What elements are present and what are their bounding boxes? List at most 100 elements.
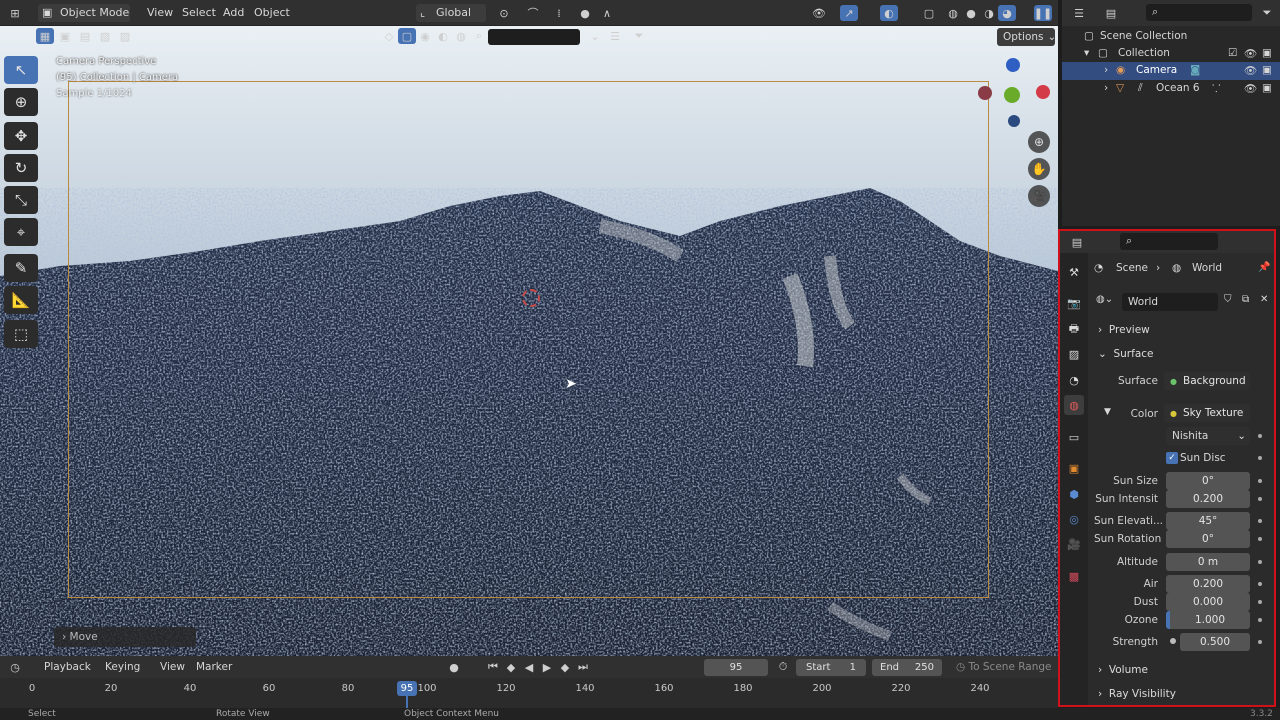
breadcrumb-scene[interactable]: Scene [1116, 262, 1148, 274]
keyframe-dot-icon[interactable] [1258, 497, 1262, 501]
menu-select[interactable]: Select [182, 6, 216, 19]
viewport-search-input[interactable] [488, 29, 580, 45]
playhead-indicator[interactable]: 95 [397, 681, 417, 696]
filter-world-icon[interactable]: ◍ [452, 28, 470, 44]
render-tab-icon[interactable]: 📷 [1064, 293, 1084, 313]
next-keyframe-icon[interactable]: ◆ [556, 659, 574, 675]
sun-size-field[interactable]: 0° [1166, 472, 1250, 490]
keyframe-dot-icon[interactable] [1258, 479, 1262, 483]
panel-preview[interactable]: › Preview [1094, 320, 1272, 340]
properties-search-input[interactable]: ⌕ [1120, 233, 1218, 250]
checkbox-icon[interactable]: ☑ [1228, 47, 1237, 59]
gizmo-toggle-icon[interactable]: ↗ [840, 5, 858, 21]
menu-object[interactable]: Object [254, 6, 290, 19]
camera-data-tab-icon[interactable]: 🎥 [1064, 534, 1084, 554]
select-extend-icon[interactable]: ▣ [56, 28, 74, 44]
camera-view-icon[interactable]: 🎥 [1028, 185, 1050, 207]
color-node-field[interactable]: ● Sky Texture [1164, 404, 1250, 422]
gizmo-x-icon[interactable] [1036, 85, 1050, 99]
filter-material-icon[interactable]: ◐ [434, 28, 452, 44]
scene-range-toggle[interactable]: ◷ To Scene Range [956, 661, 1052, 673]
close-icon[interactable]: ✕ [1260, 294, 1268, 305]
measure-tool-icon[interactable]: 📐 [4, 286, 38, 314]
pivot-icon[interactable]: ⊙ [495, 5, 513, 21]
menu-view[interactable]: View [147, 6, 173, 19]
filter-funnel-icon[interactable]: ⏷ [1258, 5, 1276, 21]
outliner-editor-icon[interactable]: ☰ [1070, 5, 1088, 21]
strength-field[interactable]: 0.500 [1180, 633, 1250, 651]
gizmo-neg-z-icon[interactable] [1008, 115, 1020, 127]
shading-material-icon[interactable]: ◑ [980, 5, 998, 21]
add-cube-tool-icon[interactable]: ⬚ [4, 320, 38, 348]
panel-ray-visibility[interactable]: › Ray Visibility [1094, 684, 1272, 704]
select-tool-icon[interactable]: ↖ [4, 56, 38, 84]
menu-playback[interactable]: Playback [44, 661, 91, 673]
render-camera-icon[interactable]: ▣ [1262, 64, 1272, 76]
play-icon[interactable]: ▶ [538, 659, 556, 675]
eye-icon[interactable]: 👁 [1244, 82, 1257, 95]
gizmo-z-icon[interactable] [1006, 58, 1020, 72]
timeline-editor-icon[interactable]: ◷ [6, 659, 24, 675]
visibility-icon[interactable]: 👁 [810, 5, 828, 21]
keyframe-dot-icon[interactable] [1258, 582, 1262, 586]
menu-keying[interactable]: Keying [105, 661, 140, 673]
editor-type-icon[interactable]: ⊞ [6, 5, 24, 21]
duplicate-icon[interactable]: ⧉ [1242, 294, 1249, 305]
pin-icon[interactable]: 📌 [1258, 262, 1270, 273]
select-new-icon[interactable]: ▦ [36, 28, 54, 44]
jump-start-icon[interactable]: ⏮ [484, 659, 502, 675]
panel-volume[interactable]: › Volume [1094, 660, 1272, 680]
search-icon[interactable]: ⌕ [470, 28, 488, 44]
xray-icon[interactable]: ▢ [920, 5, 938, 21]
transform-orientation-dropdown[interactable]: ⌞ Global [416, 4, 486, 22]
object-tab-icon[interactable]: ▣ [1064, 458, 1084, 478]
keyframe-dot-icon[interactable] [1258, 600, 1262, 604]
overlays-toggle-icon[interactable]: ◐ [880, 5, 898, 21]
filter-sphere-icon[interactable]: ◉ [416, 28, 434, 44]
record-icon[interactable]: ● [445, 659, 463, 675]
eye-icon[interactable]: 👁 [1244, 47, 1257, 60]
eye-icon[interactable]: 👁 [1244, 64, 1257, 77]
chevron-down-icon[interactable]: ▼ [1104, 407, 1111, 417]
outliner-collection[interactable]: ▾ ▢ Collection ☑ 👁 ▣ [1062, 45, 1280, 63]
move-tool-icon[interactable]: ✥ [4, 122, 38, 150]
keyframe-dot-icon[interactable] [1258, 519, 1262, 523]
transform-tool-icon[interactable]: ⌖ [4, 218, 38, 246]
sort-icon[interactable]: ☰ [606, 28, 624, 44]
keyframe-dot-icon[interactable] [1258, 618, 1262, 622]
gizmo-neg-x-icon[interactable] [978, 86, 992, 100]
select-intersect-icon[interactable]: ▨ [116, 28, 134, 44]
dust-field[interactable]: 0.000 [1166, 593, 1250, 611]
filter-funnel-icon[interactable]: ⏷ [630, 28, 648, 44]
air-field[interactable]: 0.200 [1166, 575, 1250, 593]
keyframe-dot-icon[interactable] [1258, 434, 1262, 438]
surface-shader-field[interactable]: ● Background [1164, 372, 1250, 390]
end-frame-field[interactable]: End 250 [872, 659, 942, 676]
select-invert-icon[interactable]: ▧ [96, 28, 114, 44]
outliner-item-ocean[interactable]: › ▽ ⫽ Ocean 6 ⸪ 👁 ▣ [1062, 80, 1280, 98]
jump-end-icon[interactable]: ⏭ [574, 659, 592, 675]
sky-type-dropdown[interactable]: Nishita ⌄ [1166, 427, 1250, 445]
physics-tab-icon[interactable]: ◎ [1064, 509, 1084, 529]
ozone-field[interactable]: 1.000 [1166, 611, 1250, 629]
current-frame-field[interactable]: 95 [704, 659, 768, 676]
rotate-tool-icon[interactable]: ↻ [4, 154, 38, 182]
keyframe-dot-icon[interactable] [1258, 640, 1262, 644]
menu-marker[interactable]: Marker [196, 661, 232, 673]
world-tab-icon[interactable]: ◍ [1064, 395, 1084, 415]
keyframe-dot-icon[interactable] [1170, 638, 1176, 644]
shading-wireframe-icon[interactable]: ◍ [944, 5, 962, 21]
fake-user-shield-icon[interactable]: ⛉ [1224, 294, 1232, 305]
display-mode-icon[interactable]: ▤ [1102, 5, 1120, 21]
last-operator-panel[interactable]: › Move [54, 627, 196, 647]
keyframe-dot-icon[interactable] [1258, 560, 1262, 564]
3d-viewport[interactable]: Camera Perspective (95) Collection | Cam… [0, 26, 1058, 656]
outliner-search-input[interactable]: ⌕ [1146, 4, 1252, 21]
outliner-scene-collection[interactable]: ▢ Scene Collection [1062, 28, 1280, 46]
keyframe-dot-icon[interactable] [1258, 537, 1262, 541]
sun-elevation-field[interactable]: 45° [1166, 512, 1250, 530]
prev-keyframe-icon[interactable]: ◆ [502, 659, 520, 675]
menu-timeline-view[interactable]: View [160, 661, 185, 673]
proportional-edit-icon[interactable]: ● [576, 5, 594, 21]
shading-rendered-icon[interactable]: ◕ [998, 5, 1016, 21]
